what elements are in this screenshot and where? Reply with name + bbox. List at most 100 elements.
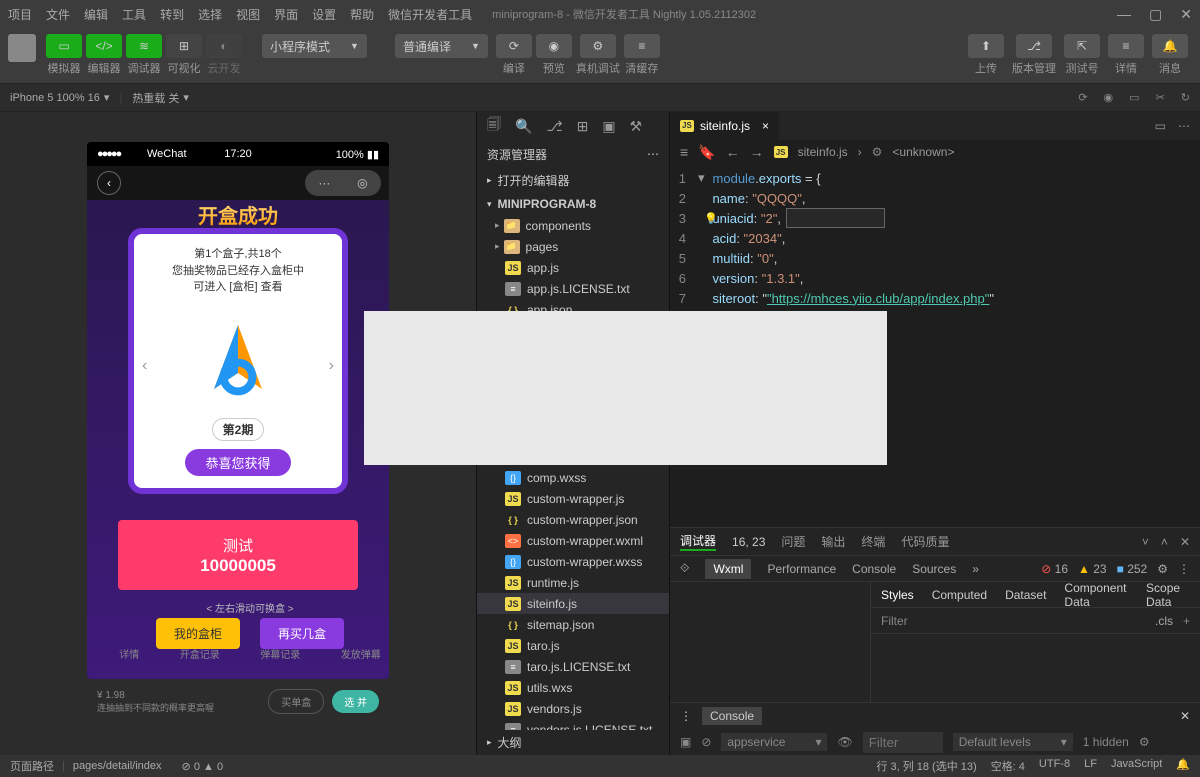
file-tree-item[interactable]: { }custom-wrapper.json bbox=[477, 509, 669, 530]
buy-more-button[interactable]: 再买几盒 bbox=[260, 618, 344, 649]
eye-icon[interactable]: 👁 bbox=[837, 735, 852, 749]
close-icon[interactable]: ✕ bbox=[1180, 6, 1192, 23]
kebab-icon[interactable]: ⋮ bbox=[1178, 562, 1190, 576]
record-icon[interactable]: ◉ bbox=[1104, 91, 1114, 104]
file-tree-item[interactable]: JSvendors.js bbox=[477, 698, 669, 719]
inspect-icon[interactable]: ⟐ bbox=[680, 561, 689, 576]
editor-button[interactable]: </> bbox=[86, 34, 122, 58]
console-gear-icon[interactable]: ⚙ bbox=[1139, 735, 1150, 749]
clear-cache-button[interactable]: ≡ bbox=[624, 34, 660, 58]
cursor-pos[interactable]: 行 3, 列 18 (选中 13) bbox=[876, 758, 976, 774]
perf-tab[interactable]: Performance bbox=[767, 562, 836, 576]
real-debug-button[interactable]: ⚙ bbox=[580, 34, 616, 58]
version-button[interactable]: ⎇ bbox=[1016, 34, 1052, 58]
maximize-icon[interactable]: ▢ bbox=[1149, 6, 1162, 23]
rotate-icon[interactable]: ↻ bbox=[1181, 91, 1190, 104]
gear-icon[interactable]: ⚙ bbox=[1157, 562, 1168, 576]
file-tree-item[interactable]: JSapp.js bbox=[477, 257, 669, 278]
search-icon[interactable]: 🔍 bbox=[515, 118, 532, 135]
hot-reload-toggle[interactable]: 热重载 关 bbox=[132, 90, 179, 106]
preview-button[interactable]: ◉ bbox=[536, 34, 572, 58]
file-tree-item[interactable]: ≡vendors.js.LICENSE.txt bbox=[477, 719, 669, 730]
more-tabs-icon[interactable]: » bbox=[972, 562, 979, 576]
devtools-top-tab[interactable]: 问题 bbox=[781, 533, 805, 550]
menu-item[interactable]: 帮助 bbox=[350, 6, 374, 23]
collapse-icon[interactable]: ˅ bbox=[1142, 535, 1149, 549]
list-icon[interactable]: ≡ bbox=[680, 144, 688, 160]
buy-single-button[interactable]: 买单盒 bbox=[268, 689, 324, 714]
menu-item[interactable]: 转到 bbox=[160, 6, 184, 23]
menu-item[interactable]: 微信开发者工具 bbox=[388, 6, 472, 23]
compile-mode-select[interactable]: 普通编译▼ bbox=[395, 34, 488, 58]
file-tree-item[interactable]: ▸📁pages bbox=[477, 236, 669, 257]
compile-button[interactable]: ⟳ bbox=[496, 34, 532, 58]
console-toggle-icon[interactable]: ⋮ bbox=[680, 709, 692, 723]
split-icon[interactable]: ▭ bbox=[1155, 119, 1166, 133]
fwd-nav-icon[interactable]: → bbox=[750, 144, 764, 160]
clear-console-icon[interactable]: ⊘ bbox=[701, 735, 711, 749]
phone-footer-tab[interactable]: 弹幕记录 bbox=[260, 646, 300, 661]
ext-icon[interactable]: ⊞ bbox=[577, 118, 589, 135]
menu-item[interactable]: 编辑 bbox=[84, 6, 108, 23]
mode-select[interactable]: 小程序模式▼ bbox=[262, 34, 367, 58]
styles-tab[interactable]: Styles bbox=[881, 588, 914, 602]
devtools-top-tab[interactable]: 终端 bbox=[861, 533, 885, 550]
cut-icon[interactable]: ✂ bbox=[1156, 91, 1165, 104]
devtools-top-tab[interactable]: 16, 23 bbox=[732, 535, 765, 549]
scope-select[interactable]: appservice▾ bbox=[721, 733, 827, 751]
upload-button[interactable]: ⬆ bbox=[968, 34, 1004, 58]
tool-icon[interactable]: ⚒ bbox=[630, 118, 643, 135]
levels-select[interactable]: Default levels▾ bbox=[953, 733, 1073, 751]
prev-arrow-icon[interactable]: ‹ bbox=[142, 357, 147, 375]
phone-icon[interactable]: ▭ bbox=[1129, 91, 1139, 104]
npm-icon[interactable]: ▣ bbox=[602, 118, 615, 135]
branch-icon[interactable]: ⎇ bbox=[546, 118, 562, 135]
console-label[interactable]: Console bbox=[702, 707, 762, 725]
wxml-tab[interactable]: Wxml bbox=[705, 559, 751, 579]
indent[interactable]: 空格: 4 bbox=[991, 758, 1025, 774]
menu-item[interactable]: 项目 bbox=[8, 6, 32, 23]
styles-tab[interactable]: Computed bbox=[932, 588, 987, 602]
cloud-button[interactable]: ◐ bbox=[206, 34, 242, 58]
avatar[interactable] bbox=[8, 34, 36, 62]
more-icon[interactable]: ⋯ bbox=[1178, 119, 1190, 133]
device-select[interactable]: iPhone 5 100% 16 bbox=[10, 92, 100, 104]
capsule-menu[interactable]: ···◎ bbox=[305, 170, 381, 196]
devtools-top-tab[interactable]: 调试器 bbox=[680, 532, 716, 551]
console-tab[interactable]: Console bbox=[852, 562, 896, 576]
file-tree-item[interactable]: ≡taro.js.LICENSE.txt bbox=[477, 656, 669, 677]
back-button[interactable]: ‹ bbox=[97, 171, 121, 195]
menu-item[interactable]: 文件 bbox=[46, 6, 70, 23]
detail-button[interactable]: ≡ bbox=[1108, 34, 1144, 58]
outline-section[interactable]: ▸大纲 bbox=[477, 730, 669, 755]
editor-tab[interactable]: JS siteinfo.js × bbox=[670, 112, 779, 140]
styles-tab[interactable]: Dataset bbox=[1005, 588, 1046, 602]
menu-item[interactable]: 设置 bbox=[312, 6, 336, 23]
eol[interactable]: LF bbox=[1084, 758, 1097, 774]
filter-input[interactable]: Filter bbox=[881, 614, 908, 628]
menu-item[interactable]: 工具 bbox=[122, 6, 146, 23]
file-tree-item[interactable]: JSsiteinfo.js bbox=[477, 593, 669, 614]
lightbulb-icon[interactable]: 💡 bbox=[704, 212, 718, 225]
close-icon[interactable]: ✕ bbox=[1180, 535, 1190, 549]
menu-item[interactable]: 视图 bbox=[236, 6, 260, 23]
styles-tab[interactable]: Scope Data bbox=[1146, 581, 1190, 609]
file-tree-item[interactable]: JSutils.wxs bbox=[477, 677, 669, 698]
menu-item[interactable]: 选择 bbox=[198, 6, 222, 23]
devtools-top-tab[interactable]: 输出 bbox=[821, 533, 845, 550]
add-icon[interactable]: + bbox=[1183, 614, 1190, 628]
minimize-icon[interactable]: — bbox=[1117, 6, 1131, 23]
phone-footer-tab[interactable]: 开盒记录 bbox=[180, 646, 220, 661]
files-tab-icon[interactable]: 🗐 bbox=[487, 114, 501, 138]
file-tree-item[interactable]: {}comp.wxss bbox=[477, 467, 669, 488]
file-tree-item[interactable]: {}custom-wrapper.wxss bbox=[477, 551, 669, 572]
language[interactable]: JavaScript bbox=[1111, 758, 1162, 774]
file-tree-item[interactable]: { }sitemap.json bbox=[477, 614, 669, 635]
encoding[interactable]: UTF-8 bbox=[1039, 758, 1070, 774]
expand-icon[interactable]: ˄ bbox=[1161, 535, 1168, 549]
go-button[interactable]: 选 并 bbox=[332, 690, 379, 713]
phone-footer-tab[interactable]: 详情 bbox=[119, 646, 139, 661]
simulator-button[interactable]: ▭ bbox=[46, 34, 82, 58]
back-nav-icon[interactable]: ← bbox=[726, 144, 740, 160]
menu-item[interactable]: 界面 bbox=[274, 6, 298, 23]
